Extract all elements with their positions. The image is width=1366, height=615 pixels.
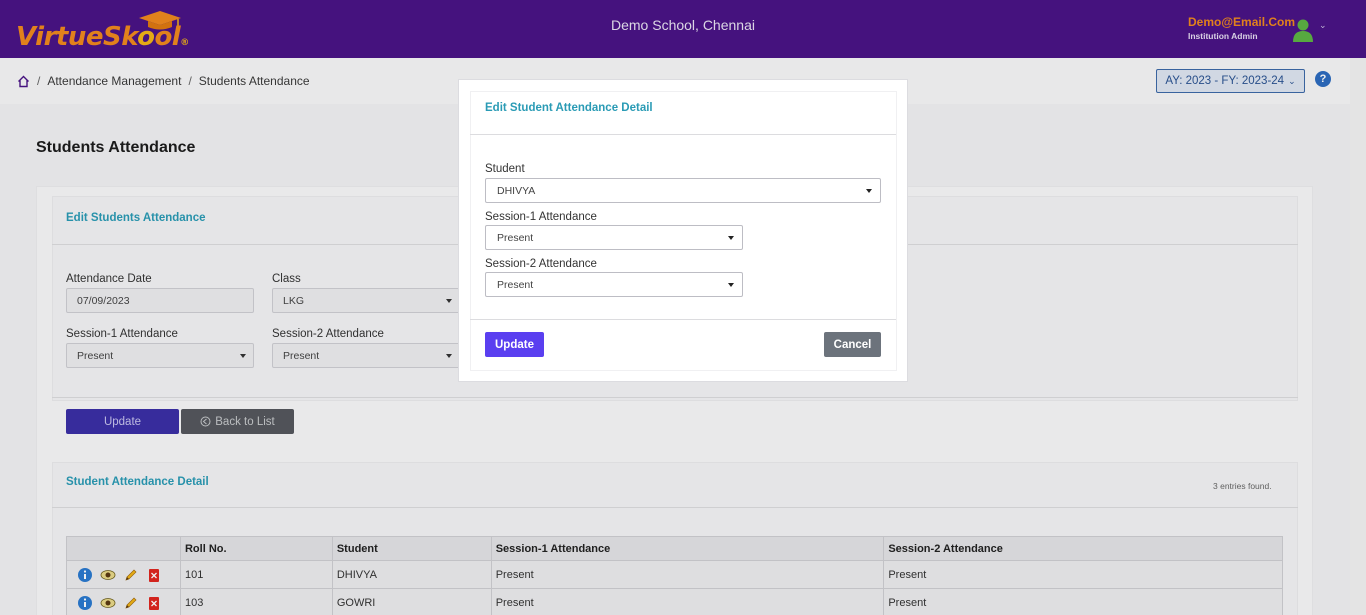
- caret-down-icon: [728, 283, 734, 287]
- modal-session2-select[interactable]: Present: [485, 272, 743, 297]
- modal-session2-label: Session-2 Attendance: [485, 258, 597, 270]
- modal-session2-value: Present: [497, 278, 534, 291]
- modal-session1-label: Session-1 Attendance: [485, 211, 597, 223]
- modal-student-label: Student: [485, 163, 525, 175]
- caret-down-icon: [728, 236, 734, 240]
- modal-student-select[interactable]: DHIVYA: [485, 178, 881, 203]
- modal-session1-select[interactable]: Present: [485, 225, 743, 250]
- modal-divider: [470, 134, 896, 135]
- modal-cancel-button[interactable]: Cancel: [824, 332, 881, 357]
- modal-session1-value: Present: [497, 231, 534, 244]
- modal-divider: [470, 319, 896, 320]
- modal-title: Edit Student Attendance Detail: [485, 102, 653, 114]
- modal-update-button[interactable]: Update: [485, 332, 544, 357]
- modal-student-value: DHIVYA: [497, 184, 536, 197]
- caret-down-icon: [866, 189, 872, 193]
